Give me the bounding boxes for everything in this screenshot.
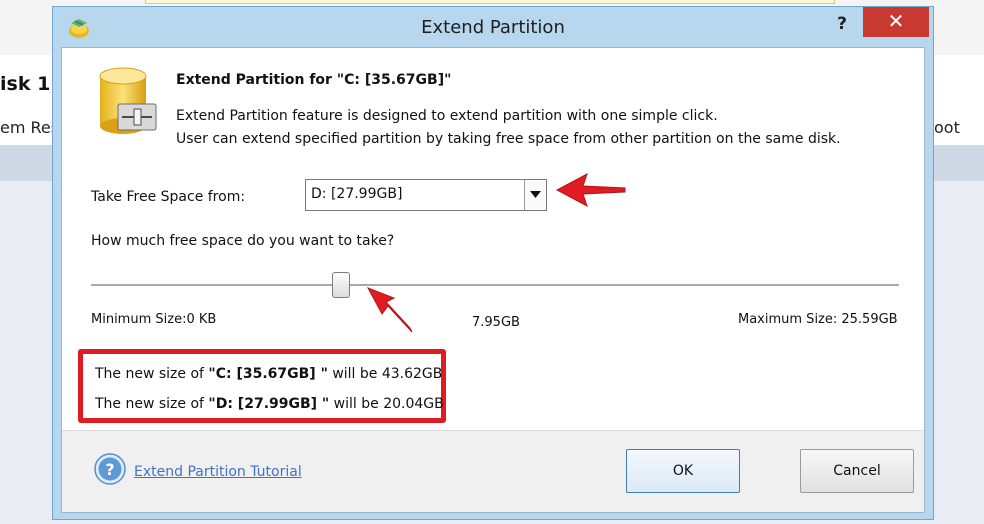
dialog-footer: ? Extend Partition Tutorial OK Cancel	[62, 430, 924, 512]
close-button[interactable]: ✕	[863, 7, 929, 37]
summary-value: will be 20.04GB	[329, 396, 444, 412]
summary-text: The new size of	[95, 366, 209, 382]
dialog-content: Extend Partition for "C: [35.67GB]" Exte…	[62, 48, 924, 430]
new-size-d: The new size of "D: [27.99GB] " will be …	[95, 396, 444, 412]
new-size-summary: The new size of "C: [35.67GB] " will be …	[78, 349, 446, 423]
background-row-text: em Res	[0, 118, 60, 137]
summary-text: The new size of	[95, 396, 209, 412]
partition-drive-icon	[99, 67, 157, 134]
new-size-c: The new size of "C: [35.67GB] " will be …	[95, 366, 442, 382]
summary-value: will be 43.62GB	[327, 366, 443, 382]
svg-text:?: ?	[105, 460, 114, 479]
background-row-text-right: oot	[934, 118, 960, 137]
help-button[interactable]: ?	[829, 11, 855, 37]
annotation-arrow	[555, 172, 626, 208]
cancel-button[interactable]: Cancel	[800, 449, 914, 493]
maximum-size-label: Maximum Size: 25.59GB	[738, 312, 898, 327]
summary-partition: "D: [27.99GB] "	[208, 396, 330, 412]
tutorial-link[interactable]: Extend Partition Tutorial	[134, 464, 302, 480]
slider-question: How much free space do you want to take?	[91, 233, 395, 249]
free-space-source-dropdown[interactable]: D: [27.99GB]	[305, 179, 547, 211]
free-space-source-label: Take Free Space from:	[91, 189, 246, 205]
background-disk-label: isk 1	[0, 73, 51, 95]
description-line: Extend Partition feature is designed to …	[176, 108, 718, 124]
size-slider-track[interactable]	[91, 284, 899, 286]
annotation-arrow	[366, 287, 413, 333]
dropdown-toggle[interactable]	[524, 180, 546, 210]
minimum-size-label: Minimum Size:0 KB	[91, 312, 217, 327]
title-bar[interactable]: Extend Partition ? ✕	[53, 7, 933, 47]
selected-size-value: 7.95GB	[472, 315, 520, 330]
dropdown-selected-value: D: [27.99GB]	[311, 186, 403, 202]
summary-partition: "C: [35.67GB] "	[208, 366, 328, 382]
dialog-heading: Extend Partition for "C: [35.67GB]"	[176, 72, 452, 88]
background-field	[145, 0, 835, 4]
dropdown-arrow-icon	[530, 191, 541, 198]
dialog-client-area: Extend Partition for "C: [35.67GB]" Exte…	[61, 47, 925, 513]
size-slider-handle[interactable]	[332, 272, 351, 298]
dialog-title: Extend Partition	[421, 17, 565, 38]
ok-button[interactable]: OK	[626, 449, 740, 493]
help-circle-icon[interactable]: ?	[94, 453, 126, 485]
extend-partition-dialog: Extend Partition ? ✕ Extend Partition fo…	[52, 6, 934, 520]
description-line: User can extend specified partition by t…	[176, 131, 841, 147]
